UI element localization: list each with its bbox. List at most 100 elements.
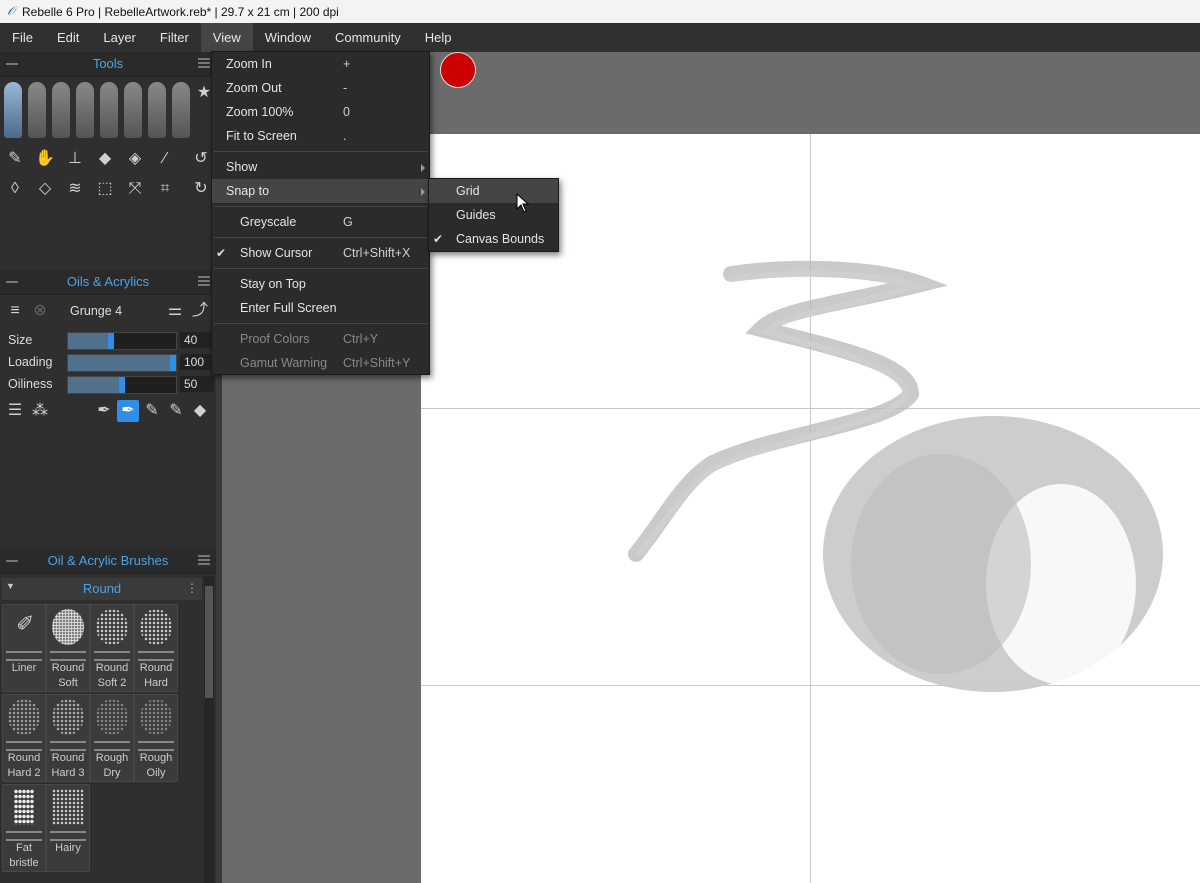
menu-item-fit-to-screen[interactable]: Fit to Screen. — [212, 124, 429, 148]
redo-icon[interactable]: ↻ — [190, 178, 212, 200]
blow-icon[interactable]: ≋ — [64, 178, 86, 200]
smudge-mode-icon[interactable]: ✎ — [141, 400, 163, 422]
submenu-item-guides[interactable]: Guides — [429, 203, 558, 227]
smudge-icon[interactable]: ✎ — [4, 148, 26, 170]
eyedropper-icon[interactable]: ⁄ — [154, 148, 176, 170]
menu-window[interactable]: Window — [253, 23, 323, 52]
crop-icon[interactable]: ⌗ — [154, 178, 176, 200]
texture-icon[interactable]: ☰ — [4, 400, 26, 422]
more-icon[interactable]: ⋮ — [186, 581, 198, 595]
marker-tool-icon[interactable] — [148, 82, 166, 138]
blend-icon[interactable]: ✋ — [34, 148, 56, 170]
slider-value[interactable]: 50 — [180, 376, 214, 392]
preset-thumbnail — [140, 699, 172, 735]
preset-lines — [6, 651, 42, 661]
settings-sliders-icon[interactable]: ⚌ — [164, 300, 186, 322]
menu-view[interactable]: View — [200, 23, 253, 52]
menu-item-zoom-out[interactable]: Zoom Out - — [212, 76, 429, 100]
brush-preset[interactable]: Fat bristle — [2, 784, 46, 872]
airbrush-tool-icon[interactable] — [172, 82, 190, 138]
menu-file[interactable]: File — [0, 23, 45, 52]
dots-icon[interactable]: ⁂ — [29, 400, 51, 422]
panel-menu-icon[interactable] — [198, 276, 210, 288]
reset-icon[interactable]: ⊗ — [29, 300, 51, 322]
menu-filter[interactable]: Filter — [148, 23, 201, 52]
menu-edit[interactable]: Edit — [45, 23, 91, 52]
size-slider[interactable]: Size 40 — [0, 330, 216, 352]
preset-lines — [138, 651, 174, 661]
paint-mode-icon[interactable]: ✒ — [93, 400, 115, 422]
menu-community[interactable]: Community — [323, 23, 413, 52]
preset-lines — [50, 651, 86, 661]
slider-knob[interactable] — [170, 355, 176, 371]
menu-item-zoom-100[interactable]: Zoom 100% 0 — [212, 100, 429, 124]
submenu-item-grid[interactable]: Grid — [429, 179, 558, 203]
menu-item-snap-to[interactable]: Snap to — [212, 179, 429, 203]
brush-preset[interactable]: Round Hard 2 — [2, 694, 46, 782]
menu-help[interactable]: Help — [413, 23, 464, 52]
current-color-swatch[interactable] — [440, 52, 476, 88]
slider-fill — [68, 355, 176, 371]
brush-preset[interactable]: Round Soft 2 — [90, 604, 134, 692]
transform-icon[interactable]: ⤧ — [124, 178, 146, 200]
brush-preset[interactable]: Round Soft — [46, 604, 90, 692]
paint-mode-active-icon[interactable]: ✒ — [117, 400, 139, 422]
slider-label: Loading — [8, 355, 53, 369]
undo-icon[interactable]: ↺ — [190, 148, 212, 170]
curve-icon[interactable]: ⤴ — [189, 300, 211, 322]
loading-slider[interactable]: Loading 100 — [0, 352, 216, 374]
menu-item-show-cursor[interactable]: ✔ Show Cursor Ctrl+Shift+X — [212, 241, 429, 265]
category-label: Round — [82, 581, 122, 596]
brush-preset[interactable]: Round Hard 3 — [46, 694, 90, 782]
preset-name[interactable]: Grunge 4 — [70, 304, 122, 318]
list-icon[interactable]: ≡ — [4, 300, 26, 322]
preset-thumbnail — [52, 789, 84, 825]
category-dropdown[interactable]: ▼ Round ⋮ — [2, 578, 202, 600]
panel-menu-icon[interactable] — [198, 58, 210, 70]
menu-item-greyscale[interactable]: Greyscale G — [212, 210, 429, 234]
slider-value[interactable]: 40 — [180, 332, 214, 348]
brush-tool-icon[interactable] — [4, 82, 22, 138]
brush-preset[interactable]: Rough Oily — [134, 694, 178, 782]
stencil-icon[interactable]: ◇ — [34, 178, 56, 200]
pencil-tool-icon[interactable] — [124, 82, 142, 138]
fill-icon[interactable]: ◈ — [124, 148, 146, 170]
menu-layer[interactable]: Layer — [91, 23, 148, 52]
brush-list-scrollbar[interactable] — [204, 576, 214, 883]
slider-knob[interactable] — [108, 333, 115, 349]
item-label: Zoom 100% — [226, 105, 294, 119]
eraser-icon[interactable]: ◆ — [94, 148, 116, 170]
slider-track[interactable] — [67, 354, 177, 372]
menu-item-full-screen[interactable]: Enter Full Screen — [212, 296, 429, 320]
brush-preset[interactable]: Rough Dry — [90, 694, 134, 782]
brush-tool-icon[interactable] — [28, 82, 46, 138]
erase-mode-icon[interactable]: ◆ — [189, 400, 211, 422]
brush-preset[interactable]: Hairy — [46, 784, 90, 872]
scrollbar-thumb[interactable] — [205, 586, 213, 698]
preset-lines — [50, 831, 86, 841]
item-label: Guides — [456, 208, 496, 222]
slider-track[interactable] — [67, 332, 177, 350]
slider-track[interactable] — [67, 376, 177, 394]
slider-knob[interactable] — [119, 377, 125, 393]
pen-tool-icon[interactable] — [76, 82, 94, 138]
submenu-item-canvas-bounds[interactable]: ✔ Canvas Bounds — [429, 227, 558, 251]
menu-item-show[interactable]: Show — [212, 155, 429, 179]
slider-value[interactable]: 100 — [180, 354, 214, 370]
preset-thumbnail: ✐ — [8, 609, 40, 645]
preset-thumbnail — [140, 609, 172, 645]
brush-tool-icon[interactable] — [52, 82, 70, 138]
water-drop-icon[interactable]: ◊ — [4, 178, 26, 200]
menu-item-zoom-in[interactable]: Zoom In + — [212, 52, 429, 76]
menu-item-stay-on-top[interactable]: Stay on Top — [212, 272, 429, 296]
panel-menu-icon[interactable] — [198, 555, 210, 567]
selection-icon[interactable]: ⬚ — [94, 178, 116, 200]
oiliness-slider[interactable]: Oiliness 50 — [0, 374, 216, 396]
brush-preset[interactable]: ✐ Liner — [2, 604, 46, 692]
brush-preset[interactable]: Round Hard — [134, 604, 178, 692]
blend-mode-icon[interactable]: ✎ — [165, 400, 187, 422]
pencil-tool-icon[interactable] — [100, 82, 118, 138]
oils-panel-title: Oils & Acrylics — [66, 274, 150, 289]
preset-thumbnail — [14, 789, 34, 825]
stamp-icon[interactable]: ⊥ — [64, 148, 86, 170]
